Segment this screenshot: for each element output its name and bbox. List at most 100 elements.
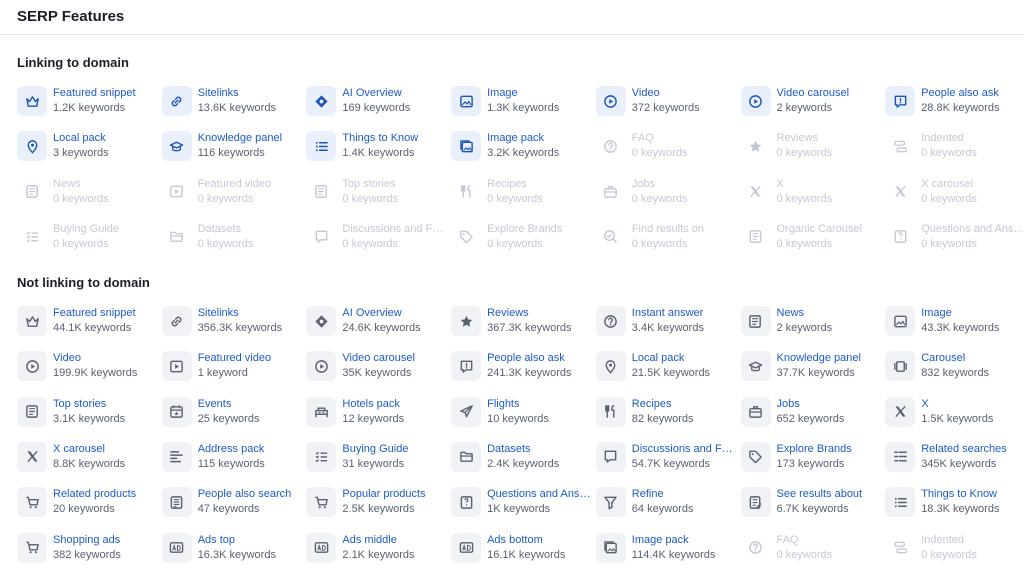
feature-label[interactable]: Local pack	[53, 131, 106, 145]
feature-label[interactable]: Sitelinks	[198, 306, 239, 320]
feature-label[interactable]: Image pack	[632, 533, 689, 547]
feature-label[interactable]: Featured video	[198, 351, 271, 365]
not_linking-feature-refine[interactable]: Refine 64 keywords	[595, 485, 736, 519]
not_linking-feature-reviews[interactable]: Reviews 367.3K keywords	[451, 304, 591, 338]
feature-label[interactable]: Questions and Answers	[487, 487, 591, 501]
feature-label[interactable]: Image	[921, 306, 952, 320]
feature-label[interactable]: Address pack	[198, 442, 265, 456]
feature-label[interactable]: Jobs	[777, 397, 800, 411]
not_linking-feature-shopping-ads[interactable]: Shopping ads 382 keywords	[17, 531, 157, 565]
feature-label[interactable]: Explore Brands	[777, 442, 852, 456]
not_linking-feature-buying-guide[interactable]: Buying Guide 31 keywords	[306, 440, 446, 474]
not_linking-feature-things-to-know[interactable]: Things to Know 18.3K keywords	[885, 485, 1024, 519]
feature-label[interactable]: Buying Guide	[342, 442, 408, 456]
feature-label[interactable]: Ads middle	[342, 533, 396, 547]
feature-label[interactable]: Shopping ads	[53, 533, 120, 547]
feature-label[interactable]: Things to Know	[342, 131, 418, 145]
feature-label[interactable]: Carousel	[921, 351, 965, 365]
linking-feature-image-pack[interactable]: Image pack 3.2K keywords	[451, 129, 591, 163]
not_linking-feature-popular-products[interactable]: Popular products 2.5K keywords	[306, 485, 446, 519]
feature-label[interactable]: Sitelinks	[198, 86, 239, 100]
linking-feature-ai-overview[interactable]: AI Overview 169 keywords	[306, 84, 446, 118]
feature-label[interactable]: Featured snippet	[53, 306, 136, 320]
linking-feature-knowledge-panel[interactable]: Knowledge panel 116 keywords	[161, 129, 302, 163]
not_linking-feature-ads-middle[interactable]: Ads middle 2.1K keywords	[306, 531, 446, 565]
linking-feature-local-pack[interactable]: Local pack 3 keywords	[17, 129, 157, 163]
not_linking-feature-image-pack[interactable]: Image pack 114.4K keywords	[595, 531, 736, 565]
not_linking-feature-related-searches[interactable]: Related searches 345K keywords	[885, 440, 1024, 474]
not_linking-feature-address-pack[interactable]: Address pack 115 keywords	[161, 440, 302, 474]
not_linking-feature-featured-snippet[interactable]: Featured snippet 44.1K keywords	[17, 304, 157, 338]
feature-label[interactable]: Related searches	[921, 442, 1007, 456]
not_linking-feature-x-carousel[interactable]: X carousel 8.8K keywords	[17, 440, 157, 474]
feature-label[interactable]: Top stories	[53, 397, 106, 411]
not_linking-feature-explore-brands[interactable]: Explore Brands 173 keywords	[740, 440, 881, 474]
not_linking-feature-questions-and-answers[interactable]: Questions and Answers 1K keywords	[451, 485, 591, 519]
feature-label[interactable]: News	[777, 306, 805, 320]
feature-label[interactable]: Image pack	[487, 131, 544, 145]
feature-label[interactable]: X	[921, 397, 928, 411]
not_linking-feature-ads-top[interactable]: Ads top 16.3K keywords	[161, 531, 302, 565]
linking-feature-image[interactable]: Image 1.3K keywords	[451, 84, 591, 118]
feature-label[interactable]: Datasets	[487, 442, 530, 456]
not_linking-feature-featured-video[interactable]: Featured video 1 keyword	[161, 349, 302, 383]
linking-feature-video[interactable]: Video 372 keywords	[595, 84, 736, 118]
feature-label[interactable]: Featured snippet	[53, 86, 136, 100]
not_linking-feature-jobs[interactable]: Jobs 652 keywords	[740, 395, 881, 429]
not_linking-feature-x[interactable]: X 1.5K keywords	[885, 395, 1024, 429]
feature-label[interactable]: Knowledge panel	[777, 351, 861, 365]
linking-feature-featured-snippet[interactable]: Featured snippet 1.2K keywords	[17, 84, 157, 118]
not_linking-feature-video-carousel[interactable]: Video carousel 35K keywords	[306, 349, 446, 383]
feature-label[interactable]: See results about	[777, 487, 863, 501]
not_linking-feature-sitelinks[interactable]: Sitelinks 356.3K keywords	[161, 304, 302, 338]
feature-label[interactable]: AI Overview	[342, 86, 401, 100]
feature-label[interactable]: People also search	[198, 487, 292, 501]
feature-label[interactable]: AI Overview	[342, 306, 401, 320]
feature-label[interactable]: Related products	[53, 487, 136, 501]
not_linking-feature-related-products[interactable]: Related products 20 keywords	[17, 485, 157, 519]
not_linking-feature-people-also-ask[interactable]: People also ask 241.3K keywords	[451, 349, 591, 383]
linking-feature-things-to-know[interactable]: Things to Know 1.4K keywords	[306, 129, 446, 163]
feature-label[interactable]: Flights	[487, 397, 519, 411]
not_linking-feature-ads-bottom[interactable]: Ads bottom 16.1K keywords	[451, 531, 591, 565]
feature-label[interactable]: Video	[53, 351, 81, 365]
feature-label[interactable]: Video carousel	[342, 351, 415, 365]
not_linking-feature-knowledge-panel[interactable]: Knowledge panel 37.7K keywords	[740, 349, 881, 383]
not_linking-feature-top-stories[interactable]: Top stories 3.1K keywords	[17, 395, 157, 429]
feature-label[interactable]: Recipes	[632, 397, 672, 411]
feature-label[interactable]: People also ask	[487, 351, 565, 365]
not_linking-feature-events[interactable]: Events 25 keywords	[161, 395, 302, 429]
not_linking-feature-instant-answer[interactable]: Instant answer 3.4K keywords	[595, 304, 736, 338]
feature-label[interactable]: Hotels pack	[342, 397, 399, 411]
feature-label[interactable]: Reviews	[487, 306, 529, 320]
not_linking-feature-ai-overview[interactable]: AI Overview 24.6K keywords	[306, 304, 446, 338]
feature-label[interactable]: X carousel	[53, 442, 105, 456]
linking-feature-sitelinks[interactable]: Sitelinks 13.6K keywords	[161, 84, 302, 118]
feature-label[interactable]: Ads bottom	[487, 533, 543, 547]
feature-label[interactable]: Local pack	[632, 351, 685, 365]
not_linking-feature-see-results-about[interactable]: See results about 6.7K keywords	[740, 485, 881, 519]
not_linking-feature-recipes[interactable]: Recipes 82 keywords	[595, 395, 736, 429]
linking-feature-people-also-ask[interactable]: People also ask 28.8K keywords	[885, 84, 1024, 118]
not_linking-feature-hotels-pack[interactable]: Hotels pack 12 keywords	[306, 395, 446, 429]
feature-label[interactable]: People also ask	[921, 86, 999, 100]
not_linking-feature-people-also-search[interactable]: People also search 47 keywords	[161, 485, 302, 519]
feature-label[interactable]: Things to Know	[921, 487, 997, 501]
feature-label[interactable]: Video	[632, 86, 660, 100]
feature-label[interactable]: Instant answer	[632, 306, 704, 320]
not_linking-feature-local-pack[interactable]: Local pack 21.5K keywords	[595, 349, 736, 383]
not_linking-feature-carousel[interactable]: Carousel 832 keywords	[885, 349, 1024, 383]
feature-label[interactable]: Image	[487, 86, 518, 100]
linking-feature-video-carousel[interactable]: Video carousel 2 keywords	[740, 84, 881, 118]
not_linking-feature-news[interactable]: News 2 keywords	[740, 304, 881, 338]
feature-label[interactable]: Popular products	[342, 487, 425, 501]
not_linking-feature-image[interactable]: Image 43.3K keywords	[885, 304, 1024, 338]
not_linking-feature-datasets[interactable]: Datasets 2.4K keywords	[451, 440, 591, 474]
feature-label[interactable]: Ads top	[198, 533, 235, 547]
feature-label[interactable]: Discussions and Forums	[632, 442, 736, 456]
feature-label[interactable]: Events	[198, 397, 232, 411]
not_linking-feature-flights[interactable]: Flights 10 keywords	[451, 395, 591, 429]
not_linking-feature-discussions-and-forums[interactable]: Discussions and Forums54.7K keywords	[595, 440, 736, 474]
feature-label[interactable]: Video carousel	[777, 86, 850, 100]
feature-label[interactable]: Knowledge panel	[198, 131, 282, 145]
